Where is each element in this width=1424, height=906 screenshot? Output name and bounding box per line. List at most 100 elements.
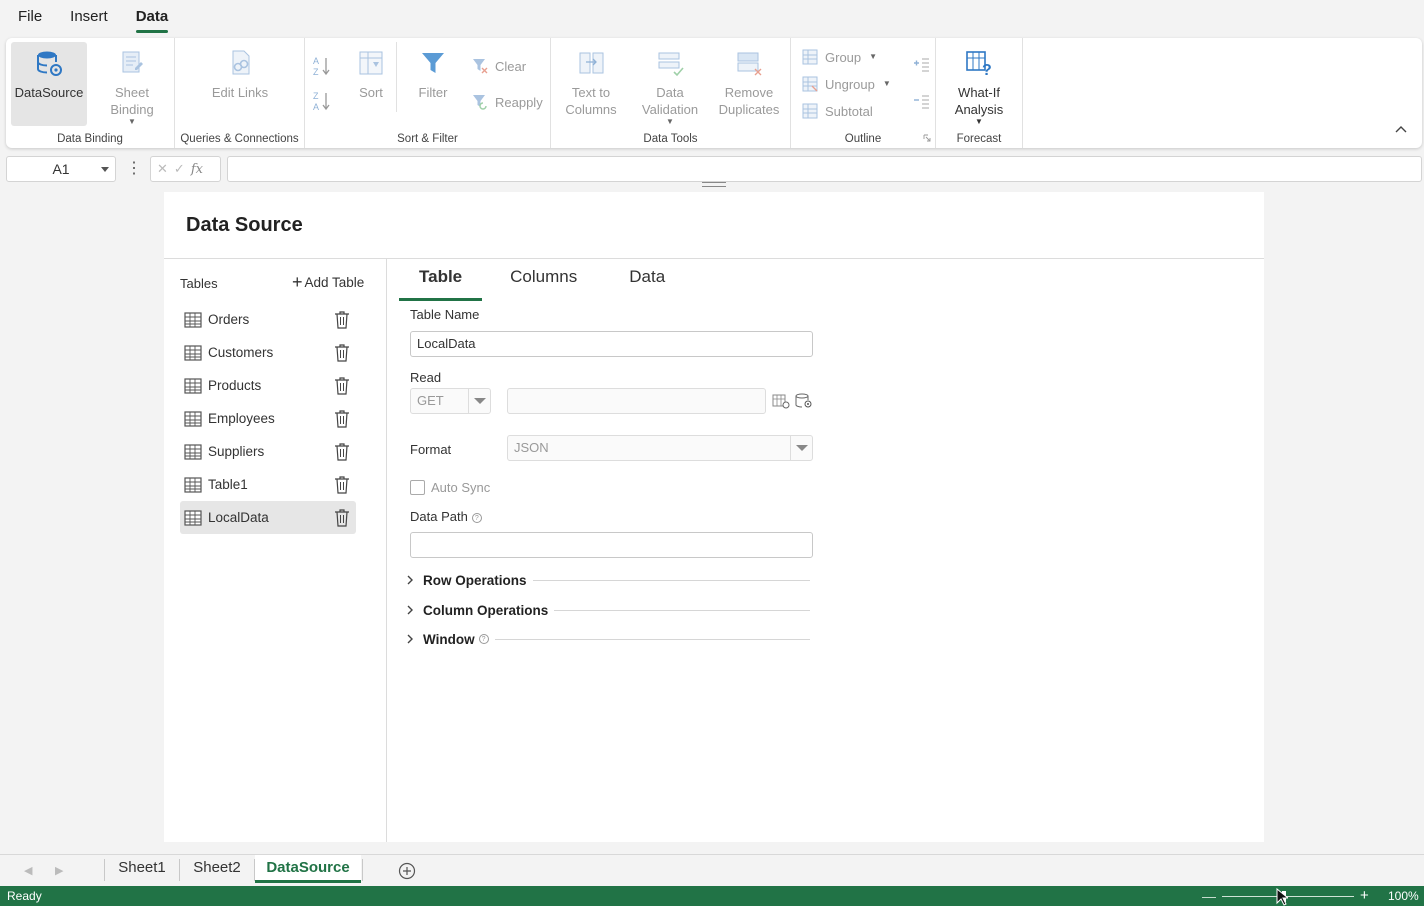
what-if-label-1: What-If [958, 85, 1000, 100]
trash-icon[interactable] [333, 310, 351, 330]
table-icon [184, 344, 202, 361]
group-sort-filter: A Z Z A Sort Filter Clear Reapply Sort &… [305, 38, 551, 148]
edit-links-button[interactable]: Edit Links [202, 42, 278, 126]
table-list-item[interactable]: Suppliers [180, 435, 356, 468]
table-list-item[interactable]: Orders [180, 303, 356, 336]
section-title: Window [423, 631, 475, 647]
hide-detail-icon[interactable] [913, 92, 931, 110]
sort-label: Sort [359, 85, 383, 100]
data-validation-button[interactable]: Data Validation ▼ [632, 42, 708, 126]
chevron-down-icon[interactable] [468, 389, 490, 413]
data-path-input[interactable] [410, 532, 813, 558]
mouse-cursor-icon [1276, 888, 1288, 906]
ungroup-button[interactable]: Ungroup ▼ [801, 73, 891, 95]
filter-label: Filter [418, 85, 448, 100]
table-list-item[interactable]: Employees [180, 402, 356, 435]
data-validation-label-2: Validation [641, 102, 699, 117]
more-vertical-icon[interactable]: ⋮ [126, 160, 142, 178]
tab-table[interactable]: Table [399, 267, 483, 301]
clear-filter-icon [473, 59, 488, 74]
sort-icon [359, 51, 383, 75]
sort-descending-icon[interactable]: Z A [313, 90, 331, 112]
menu-data[interactable]: Data [135, 0, 168, 36]
name-box[interactable]: A1 [6, 156, 116, 182]
show-detail-icon[interactable] [913, 55, 931, 73]
add-table-label: Add Table [304, 274, 365, 290]
group-label-data-tools: Data Tools [643, 133, 698, 145]
status-bar: Ready — + 100% [0, 886, 1424, 906]
sort-ascending-icon[interactable]: A Z [313, 55, 331, 77]
sheet-tab-datasource[interactable]: DataSource [255, 855, 361, 883]
table-list-item[interactable]: LocalData [180, 501, 356, 534]
table-icon [184, 509, 202, 526]
tables-sidebar: Tables + Add Table Orders Customers Produc… [164, 259, 387, 842]
trash-icon[interactable] [333, 343, 351, 363]
sheet-binding-button[interactable]: Sheet Binding ▼ [94, 42, 170, 126]
svg-text:A: A [313, 102, 319, 112]
table-name-input[interactable]: LocalData [410, 331, 813, 357]
chevron-down-icon[interactable] [101, 167, 109, 172]
section-title: Column Operations [423, 602, 549, 618]
add-table-button[interactable]: + Add Table [292, 273, 365, 291]
chevron-down-icon[interactable] [790, 436, 812, 460]
table-list-item[interactable]: Products [180, 369, 356, 402]
what-if-analysis-button[interactable]: ? What-If Analysis ▼ [941, 42, 1017, 126]
zoom-slider[interactable] [1222, 896, 1354, 897]
menu-insert[interactable]: Insert [70, 0, 108, 36]
filter-button[interactable]: Filter [395, 42, 471, 126]
trash-icon[interactable] [333, 376, 351, 396]
add-sheet-icon[interactable] [398, 862, 416, 880]
menu-file[interactable]: File [18, 0, 42, 36]
reapply-button[interactable]: Reapply [471, 91, 543, 113]
database-settings-icon[interactable] [794, 393, 814, 409]
datasource-button[interactable]: DataSource [11, 42, 87, 126]
formula-input[interactable] [227, 156, 1422, 182]
collapse-ribbon-icon[interactable] [1394, 122, 1408, 136]
section-row-operations[interactable]: Row Operations [404, 571, 810, 589]
scroll-right-icon[interactable]: ▶ [55, 864, 63, 877]
text-to-columns-button[interactable]: Text to Columns [553, 42, 629, 126]
format-label: Format [410, 442, 452, 457]
chevron-right-icon [407, 634, 413, 644]
subtotal-button[interactable]: Subtotal [801, 100, 873, 122]
svg-text:A: A [313, 56, 319, 66]
section-column-operations[interactable]: Column Operations [404, 601, 810, 619]
clear-button[interactable]: Clear [471, 55, 526, 77]
sheet-tab-sheet1[interactable]: Sheet1 [106, 855, 178, 883]
trash-icon[interactable] [333, 508, 351, 528]
zoom-in-icon[interactable]: + [1360, 887, 1369, 904]
trash-icon[interactable] [333, 475, 351, 495]
scroll-left-icon[interactable]: ◀ [24, 864, 32, 877]
table-settings-icon[interactable] [772, 393, 790, 409]
group-label-outline: Outline [844, 133, 882, 145]
read-url-input[interactable] [507, 388, 766, 414]
dialog-launcher-icon[interactable] [923, 134, 931, 142]
function-icon[interactable]: fx [191, 162, 203, 177]
tab-columns[interactable]: Columns [490, 267, 597, 295]
section-window[interactable]: Window ? [404, 630, 810, 648]
sheet-tab-sheet2[interactable]: Sheet2 [181, 855, 253, 883]
table-list-item[interactable]: Table1 [180, 468, 356, 501]
remove-duplicates-icon [737, 52, 762, 76]
zoom-level[interactable]: 100% [1388, 889, 1419, 903]
ungroup-label: Ungroup [825, 76, 875, 92]
help-icon[interactable]: ? [478, 634, 489, 644]
confirm-icon[interactable]: ✓ [174, 161, 185, 177]
tab-data[interactable]: Data [609, 267, 685, 295]
remove-duplicates-button[interactable]: Remove Duplicates [711, 42, 787, 126]
table-name: Table1 [208, 477, 248, 492]
resize-handle[interactable] [702, 182, 726, 187]
group-button[interactable]: Group ▼ [801, 46, 877, 68]
name-box-value: A1 [52, 161, 70, 177]
table-list-item[interactable]: Customers [180, 336, 356, 369]
help-icon[interactable]: ? [471, 512, 482, 523]
cancel-icon[interactable]: ✕ [157, 161, 168, 177]
format-select[interactable]: JSON [507, 435, 813, 461]
read-method-select[interactable]: GET [410, 388, 491, 414]
auto-sync-checkbox[interactable] [410, 480, 425, 495]
data-validation-icon [658, 52, 684, 77]
trash-icon[interactable] [333, 409, 351, 429]
menu-bar: File Insert Data [0, 0, 1424, 36]
zoom-out-icon[interactable]: — [1202, 888, 1216, 904]
trash-icon[interactable] [333, 442, 351, 462]
